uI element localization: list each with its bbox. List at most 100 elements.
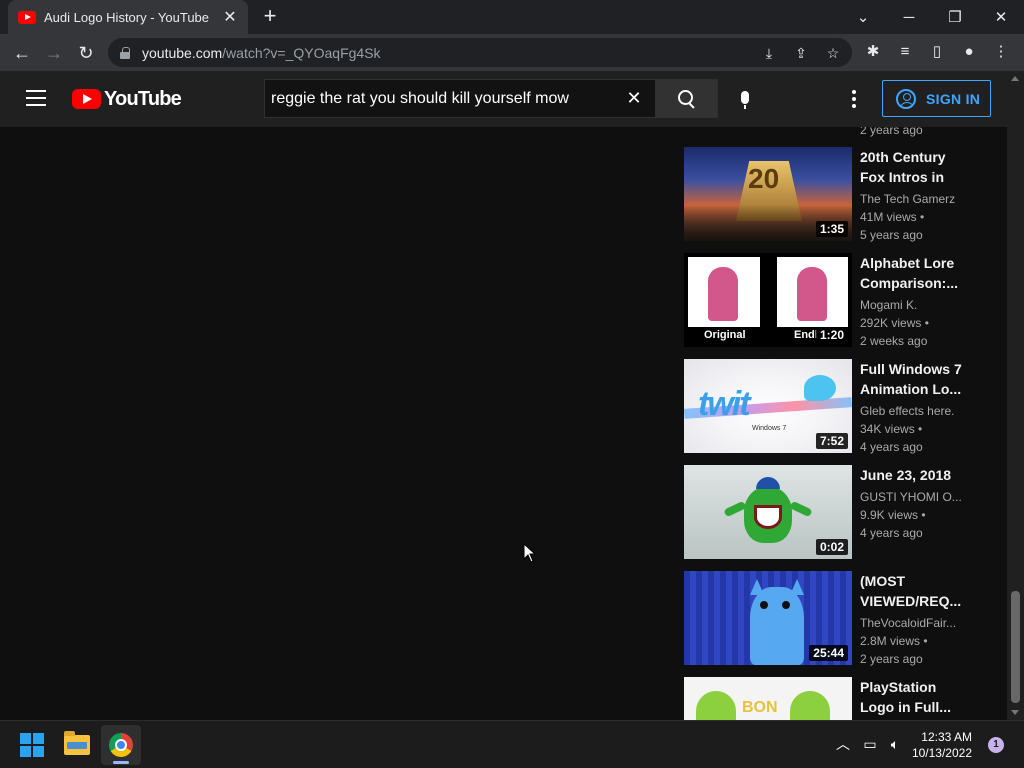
search-query-text[interactable]: reggie the rat you should kill yourself … [271,90,619,108]
network-icon[interactable]: ▭ [861,735,879,753]
video-title[interactable]: (MOST VIEWED/REQ... [860,571,964,611]
clock-time: 12:33 AM [921,730,972,744]
scrollbar-thumb[interactable] [1011,591,1020,703]
video-views: 9.9K views • [860,508,926,522]
windows-logo-icon [20,733,44,757]
video-title[interactable]: Alphabet Lore Comparison:... [860,253,964,293]
tab-search-icon[interactable]: ⌄ [840,0,886,34]
forward-arrow-icon[interactable]: → [41,40,67,66]
guide-menu-icon[interactable] [26,90,46,106]
search-button[interactable] [655,79,718,118]
android-robot-right [790,691,830,720]
youtube-masthead: YouTube reggie the rat you should kill y… [0,71,1007,127]
sign-in-button[interactable]: SIGN IN [882,80,991,117]
bookmark-star-icon[interactable]: ☆ [824,44,842,62]
win7-subtitle: Windows 7 [752,425,787,432]
reload-icon[interactable]: ↻ [73,40,99,66]
profile-icon[interactable]: ● [959,42,979,62]
browser-toolbar: ← → ↻ youtube.com/watch?v=_QYOaqFg4Sk ⤓ … [0,34,1024,71]
view-count: 41M views [860,210,917,224]
account-icon [896,88,916,109]
url-text[interactable]: youtube.com/watch?v=_QYOaqFg4Sk [142,45,381,61]
start-button[interactable] [12,725,52,765]
alphabet-label-endless: Endl [794,329,818,341]
youtube-favicon-icon [18,10,36,24]
volume-icon[interactable]: 🔈︎ [886,735,904,753]
side-panel-icon[interactable]: ▯ [927,42,947,62]
show-hidden-icons-chevron-icon[interactable]: ︿ [834,735,852,753]
youtube-play-icon [72,89,101,109]
list-item[interactable]: 25:44 (MOST VIEWED/REQ... TheVocaloidFai… [684,571,964,666]
view-count: 2.8M views [860,634,921,648]
notification-badge[interactable]: 1 [988,737,1004,753]
video-age: 4 years ago [860,440,923,454]
minimize-button[interactable]: ─ [886,0,932,34]
video-thumbnail[interactable]: Original Endl 1:20 [684,253,852,347]
view-count: 34K views [860,422,915,436]
video-thumbnail[interactable]: BON [684,677,852,720]
list-item[interactable]: 0:02 June 23, 2018 GUSTI YHOMI O... 9.9K… [684,465,964,559]
video-views: 2.8M views • [860,634,928,648]
page-scrollbar[interactable] [1007,71,1024,720]
chrome-menu-icon[interactable]: ⋮ [991,42,1011,62]
extensions-puzzle-icon[interactable]: ✱ [863,42,883,62]
video-title[interactable]: Full Windows 7 Animation Lo... [860,359,964,399]
tab-title: Audi Logo History - YouTube [44,9,210,25]
voice-search-button[interactable] [727,81,763,117]
video-thumbnail[interactable]: 0:02 [684,465,852,559]
youtube-logo[interactable]: YouTube [72,87,182,111]
green-character-arm-right [789,500,813,518]
install-app-icon[interactable]: ⤓ [760,44,778,62]
view-count: 9.9K views [860,508,919,522]
back-arrow-icon[interactable]: ← [9,40,35,66]
close-window-button[interactable]: ✕ [978,0,1024,34]
search-input[interactable]: reggie the rat you should kill yourself … [264,79,655,118]
blue-creature-eye-right [782,601,790,609]
video-thumbnail[interactable]: 25:44 [684,571,852,665]
list-item[interactable]: Original Endl 1:20 Alphabet Lore Compari… [684,253,964,348]
share-icon[interactable]: ⇪ [792,44,810,62]
video-thumbnail[interactable]: 20 1:35 [684,147,852,241]
scroll-down-arrow-icon[interactable] [1011,710,1019,715]
blue-creature-ear-left [750,579,764,595]
channel-name[interactable]: Gleb effects here. [860,402,964,420]
media-queue-icon[interactable]: ≡ [895,42,915,62]
tab-close-icon[interactable]: ✕ [222,7,238,27]
list-item[interactable]: twit Windows 7 7:52 Full Windows 7 Anima… [684,359,964,454]
video-age: 5 years ago [860,228,923,242]
video-title[interactable]: June 23, 2018 [860,465,964,485]
blue-creature-ear-right [790,579,804,595]
letter-p-endless-shape [797,267,827,321]
clear-search-icon[interactable]: ✕ [619,88,649,109]
microphone-icon [741,91,749,109]
video-duration: 1:20 [815,327,848,343]
list-item[interactable]: BON PlayStation Logo in Full... [684,677,964,720]
channel-name[interactable]: GUSTI YHOMI O... [860,488,964,506]
file-explorer-button[interactable] [57,725,97,765]
system-clock[interactable]: 12:33 AM 10/13/2022 [906,729,972,761]
twitter-bird-icon [804,375,836,401]
video-title[interactable]: 20th Century Fox Intros in 4... [860,147,964,187]
restore-button[interactable]: ❐ [932,0,978,34]
new-tab-button[interactable]: + [258,5,282,29]
channel-name[interactable]: The Tech Gamerz [860,190,964,208]
video-thumbnail[interactable]: twit Windows 7 7:52 [684,359,852,453]
video-duration: 0:02 [815,539,848,555]
mouse-cursor-icon [523,543,537,563]
video-age: 2 weeks ago [860,334,928,348]
address-bar[interactable]: youtube.com/watch?v=_QYOaqFg4Sk ⤓ ⇪ ☆ [108,38,852,67]
video-duration: 1:35 [815,221,848,237]
browser-tab-strip: Audi Logo History - YouTube ✕ + ⌄ ─ ❐ ✕ [0,0,1024,34]
video-title[interactable]: PlayStation Logo in Full... [860,677,964,717]
active-app-indicator [113,761,129,764]
settings-menu-icon[interactable] [844,89,864,109]
alphabet-label-original: Original [704,329,746,341]
video-age: 4 years ago [860,526,923,540]
scroll-up-arrow-icon[interactable] [1011,76,1019,81]
list-item[interactable]: 20 1:35 20th Century Fox Intros in 4... … [684,147,964,242]
browser-tab[interactable]: Audi Logo History - YouTube ✕ [8,0,248,34]
channel-name[interactable]: TheVocaloidFair... [860,614,964,632]
channel-name[interactable]: Mogami K. [860,296,964,314]
chrome-taskbar-button[interactable] [101,725,141,765]
youtube-logo-text: YouTube [104,87,182,110]
